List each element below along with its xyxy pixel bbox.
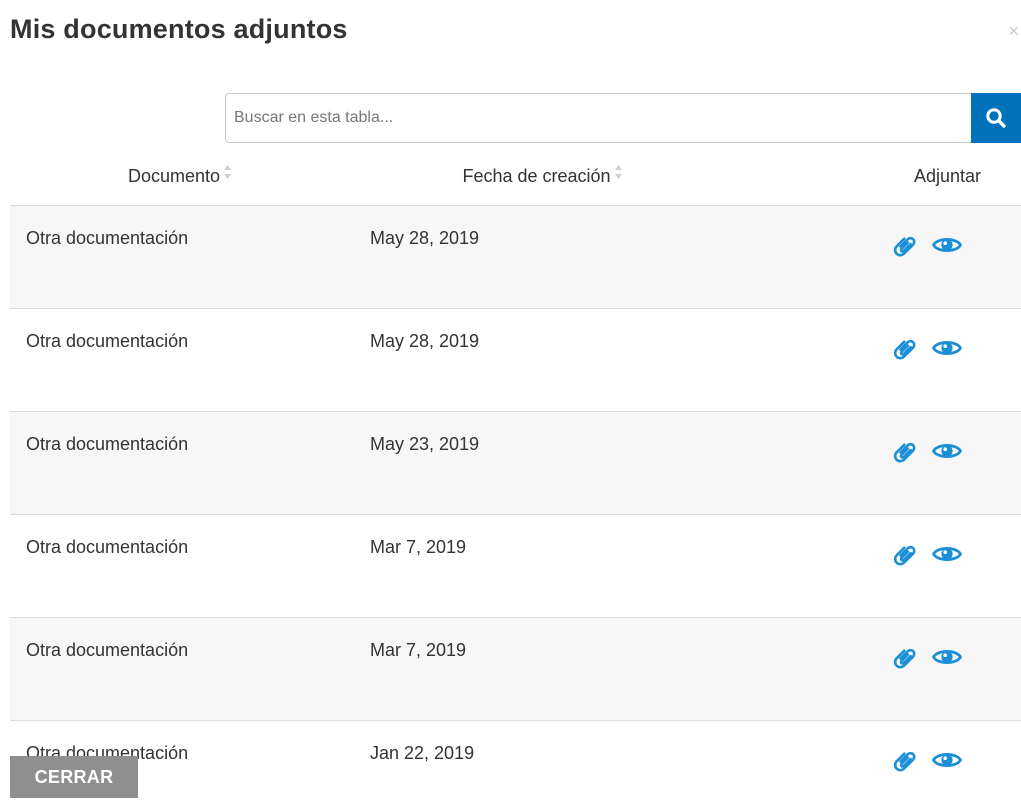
fecha-cell: Mar 7, 2019 <box>350 514 735 618</box>
actions-cell <box>735 721 1021 806</box>
close-button[interactable]: CERRAR <box>10 756 138 798</box>
eye-icon[interactable] <box>932 646 962 668</box>
table-row: Otra documentación Mar 7, 2019 <box>10 514 1021 618</box>
paperclip-icon[interactable] <box>892 335 918 361</box>
actions-cell <box>735 205 1021 309</box>
row-actions <box>892 335 1021 361</box>
row-actions <box>892 644 1021 670</box>
eye-icon[interactable] <box>932 749 962 771</box>
search-button[interactable] <box>971 93 1021 143</box>
documents-table: Documento Fecha de creación Adjuntar Otr… <box>10 147 1021 806</box>
actions-cell <box>735 411 1021 515</box>
column-label: Documento <box>127 165 221 186</box>
paperclip-icon[interactable] <box>892 644 918 670</box>
fecha-cell: May 28, 2019 <box>350 205 735 309</box>
search-icon <box>986 108 1006 128</box>
documento-cell: Otra documentación <box>10 514 350 618</box>
paperclip-icon[interactable] <box>892 438 918 464</box>
table-row: Otra documentación Mar 7, 2019 <box>10 617 1021 721</box>
table-row: Otra documentación May 28, 2019 <box>10 308 1021 412</box>
actions-cell <box>735 617 1021 721</box>
table-row: Otra documentación May 23, 2019 <box>10 411 1021 515</box>
fecha-cell: May 28, 2019 <box>350 308 735 412</box>
column-label: Fecha de creación <box>462 165 611 186</box>
row-actions <box>892 232 1021 258</box>
column-header-fecha[interactable]: Fecha de creación <box>350 147 735 206</box>
documento-cell: Otra documentación <box>10 205 350 309</box>
table-body: Otra documentación May 28, 2019 Otra docum… <box>10 205 1021 806</box>
search-bar <box>225 93 1021 145</box>
column-header-adjuntar: Adjuntar <box>735 147 1021 206</box>
paperclip-icon[interactable] <box>892 541 918 567</box>
actions-cell <box>735 514 1021 618</box>
fecha-cell: Mar 7, 2019 <box>350 617 735 721</box>
eye-icon[interactable] <box>932 543 962 565</box>
documento-cell: Otra documentación <box>10 617 350 721</box>
column-header-documento[interactable]: Documento <box>10 147 350 206</box>
paperclip-icon[interactable] <box>892 747 918 773</box>
actions-cell <box>735 308 1021 412</box>
close-icon[interactable]: × <box>1008 22 1019 40</box>
eye-icon[interactable] <box>932 234 962 256</box>
eye-icon[interactable] <box>932 337 962 359</box>
attachments-modal: Mis documentos adjuntos × Documento Fech… <box>0 0 1021 806</box>
sort-icon <box>614 164 623 185</box>
row-actions <box>892 438 1021 464</box>
table-header-row: Documento Fecha de creación Adjuntar <box>10 147 1021 206</box>
fecha-cell: Jan 22, 2019 <box>370 743 475 763</box>
search-input[interactable] <box>225 93 971 143</box>
fecha-cell: May 23, 2019 <box>350 411 735 515</box>
eye-icon[interactable] <box>932 440 962 462</box>
row-actions <box>892 747 1021 773</box>
paperclip-icon[interactable] <box>892 232 918 258</box>
table-row: Otra documentación May 28, 2019 <box>10 205 1021 309</box>
documento-cell: Otra documentación <box>10 411 350 515</box>
column-label: Adjuntar <box>914 165 982 186</box>
row-actions <box>892 541 1021 567</box>
modal-title: Mis documentos adjuntos <box>10 14 348 44</box>
table-row: Otra documentación Jan 22, 2019 <box>10 721 1021 806</box>
sort-icon <box>223 164 232 185</box>
documento-cell: Otra documentación <box>10 308 350 412</box>
